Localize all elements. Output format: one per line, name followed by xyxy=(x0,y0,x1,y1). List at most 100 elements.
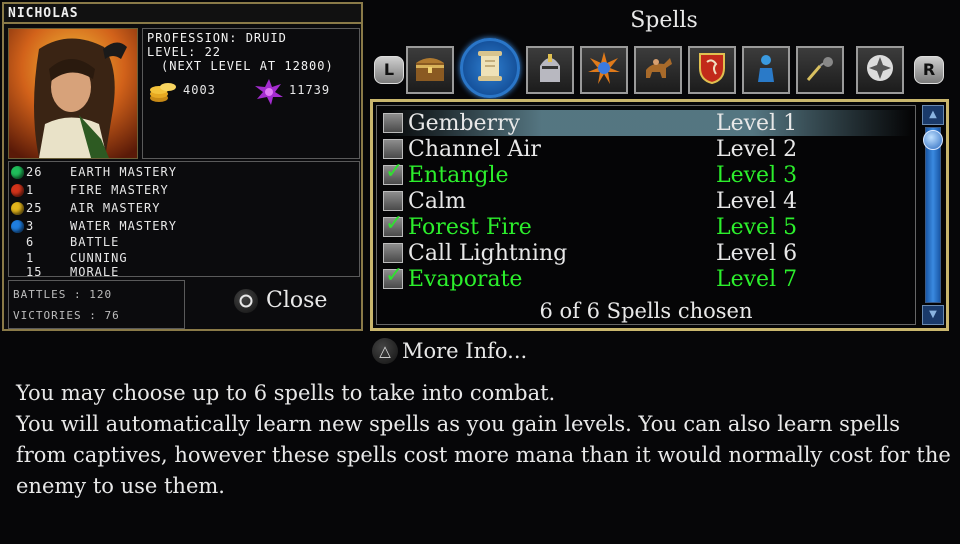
stat-row: 26 Earth Mastery xyxy=(11,164,177,180)
stat-row: 15 Morale xyxy=(11,264,119,280)
scroll-down-arrow-icon[interactable]: ▼ xyxy=(922,305,944,325)
scroll-icon xyxy=(475,49,505,87)
spell-name: Evaporate xyxy=(408,266,523,292)
spell-name: Gemberry xyxy=(408,110,521,136)
scroll-knob[interactable] xyxy=(923,130,943,150)
stat-value: 15 xyxy=(26,265,43,279)
description-line: You may choose up to 6 spells to take in… xyxy=(16,381,556,405)
scroll-track[interactable] xyxy=(923,127,943,303)
l-shoulder-button[interactable]: L xyxy=(374,56,404,84)
stat-value: 3 xyxy=(26,219,35,233)
spell-row[interactable]: Gemberry Level 1 xyxy=(383,110,911,136)
mana-crystal-icon xyxy=(255,79,283,105)
spell-checkbox[interactable] xyxy=(383,191,403,211)
record-box: Battles : 120 Victories : 76 xyxy=(8,280,185,329)
spell-list: Gemberry Level 1 Channel Air Level 2 ✓ Entang… xyxy=(376,105,916,325)
checkmark-icon: ✓ xyxy=(385,211,404,236)
stat-label: Earth Mastery xyxy=(70,165,177,179)
spell-level: Level 6 xyxy=(716,240,798,266)
spell-checkbox[interactable]: ✓ xyxy=(383,211,403,237)
spell-checkbox[interactable]: ✓ xyxy=(383,263,403,289)
tab-sun[interactable] xyxy=(580,46,628,94)
description-text: You may choose up to 6 spells to take in… xyxy=(16,378,956,502)
mastery-orb-icon xyxy=(11,165,24,179)
close-label: Close xyxy=(266,288,328,313)
character-panel: Nicholas Profession: Druid Level: 22 (Ne… xyxy=(2,2,363,331)
battles-text: Battles : 120 xyxy=(13,288,113,301)
spell-row[interactable]: Call Lightning Level 6 xyxy=(383,240,911,266)
level-text: Level: 22 xyxy=(147,45,222,59)
stat-row: 25 Air Mastery xyxy=(11,200,160,216)
stat-row: 1 Fire Mastery xyxy=(11,182,169,198)
spells-title: Spells xyxy=(630,8,698,33)
stat-label: Water Mastery xyxy=(70,219,177,233)
stat-value: 6 xyxy=(26,235,35,249)
tab-helmet[interactable] xyxy=(526,46,574,94)
tab-dragon-shield[interactable] xyxy=(688,46,736,94)
more-info-button[interactable]: △ More Info... xyxy=(372,338,527,364)
spell-checkbox[interactable]: ✓ xyxy=(383,159,403,185)
mastery-orb-icon xyxy=(11,201,24,215)
scroll-up-arrow-icon[interactable]: ▲ xyxy=(922,105,944,125)
spell-row[interactable]: Calm Level 4 xyxy=(383,188,911,214)
spell-checkbox[interactable] xyxy=(383,139,403,159)
figure-icon xyxy=(754,52,778,88)
spell-level: Level 7 xyxy=(716,266,798,292)
stat-row: 3 Water Mastery xyxy=(11,218,177,234)
scroll-thumb[interactable] xyxy=(926,128,940,302)
spell-level: Level 2 xyxy=(716,136,798,162)
spell-level: Level 3 xyxy=(716,162,798,188)
stat-row: 6 Battle xyxy=(11,234,119,250)
spell-name: Entangle xyxy=(408,162,509,188)
spell-level: Level 4 xyxy=(716,188,798,214)
stat-label: Battle xyxy=(70,235,120,249)
spell-name: Channel Air xyxy=(408,136,541,162)
character-portrait xyxy=(8,28,138,159)
gold-coins-icon xyxy=(149,79,177,103)
scrollbar[interactable]: ▲ ▼ xyxy=(922,105,944,325)
category-tab-bar: L R xyxy=(374,38,952,98)
more-info-label: More Info... xyxy=(402,339,528,363)
checkmark-icon: ✓ xyxy=(385,263,404,288)
stat-label: Fire Mastery xyxy=(70,183,169,197)
cross-icon xyxy=(865,53,895,87)
character-name: Nicholas xyxy=(4,4,361,24)
tab-figure[interactable] xyxy=(742,46,790,94)
r-shoulder-button[interactable]: R xyxy=(914,56,944,84)
tab-horse[interactable] xyxy=(634,46,682,94)
spell-row[interactable]: ✓ Forest Fire Level 5 xyxy=(383,211,911,240)
stat-value: 26 xyxy=(26,165,43,179)
close-button[interactable]: Close xyxy=(234,288,327,313)
spell-name: Call Lightning xyxy=(408,240,568,266)
tab-chest[interactable] xyxy=(406,46,454,94)
stat-value: 25 xyxy=(26,201,43,215)
tab-cross[interactable] xyxy=(856,46,904,94)
stat-value: 1 xyxy=(26,183,35,197)
stat-label: Morale xyxy=(70,265,120,279)
helmet-icon xyxy=(536,52,564,88)
spell-name: Forest Fire xyxy=(408,214,532,240)
profession-text: Profession: Druid xyxy=(147,31,287,45)
profile-box: Profession: Druid Level: 22 (Next level … xyxy=(142,28,360,159)
victories-text: Victories : 76 xyxy=(13,309,120,322)
mastery-orb-icon xyxy=(11,183,24,197)
triangle-button-icon: △ xyxy=(372,338,398,364)
spell-name: Calm xyxy=(408,188,466,214)
spell-checkbox[interactable] xyxy=(383,113,403,133)
mana-value: 11739 xyxy=(289,83,331,97)
description-line: You will automatically learn new spells … xyxy=(16,412,951,498)
spell-list-panel: Gemberry Level 1 Channel Air Level 2 ✓ Entang… xyxy=(370,99,949,331)
tab-flail[interactable] xyxy=(796,46,844,94)
horse-icon xyxy=(642,54,674,86)
sun-icon xyxy=(588,52,620,88)
dragon-shield-icon xyxy=(698,52,726,88)
gold-value: 4003 xyxy=(183,83,216,97)
next-level-text: (Next level at 12800) xyxy=(161,59,334,73)
spell-row[interactable]: ✓ Entangle Level 3 xyxy=(383,159,911,188)
spell-row[interactable]: Channel Air Level 2 xyxy=(383,136,911,162)
spell-checkbox[interactable] xyxy=(383,243,403,263)
spell-row[interactable]: ✓ Evaporate Level 7 xyxy=(383,263,911,292)
tab-scroll[interactable] xyxy=(460,38,520,98)
checkmark-icon: ✓ xyxy=(385,159,404,184)
spell-level: Level 5 xyxy=(716,214,798,240)
